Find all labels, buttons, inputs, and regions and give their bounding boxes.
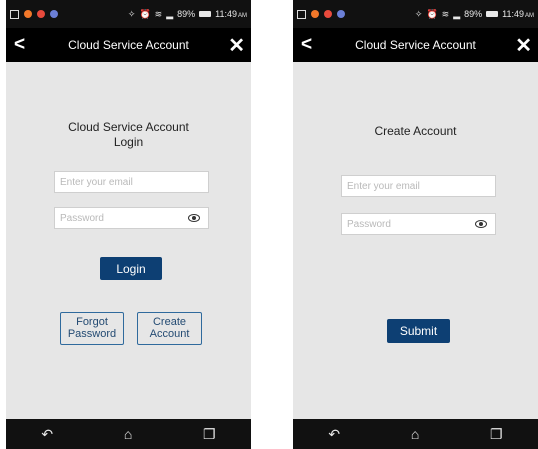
- battery-percent: 89%: [464, 9, 483, 19]
- x-close-icon[interactable]: ✕: [228, 33, 245, 58]
- app-badge-icon: [311, 10, 319, 18]
- status-bar: ✧ ⏰ ≋ ▂ 89% 11:49AM: [6, 0, 251, 28]
- alarm-icon: ⏰: [139, 8, 151, 19]
- create-account-button[interactable]: Create Account: [137, 312, 202, 345]
- status-right: ✧ ⏰ ≋ ▂ 89% 11:49AM: [415, 9, 534, 20]
- create-account-screen: ✧ ⏰ ≋ ▂ 89% 11:49AM < Cloud Service Acco…: [293, 0, 538, 449]
- app-badge-icon: [324, 10, 332, 18]
- battery-percent: 89%: [177, 9, 196, 19]
- email-field[interactable]: Enter your email: [54, 171, 209, 193]
- create-account-content: Create Account Enter your email Password…: [293, 62, 538, 419]
- eye-icon[interactable]: [188, 214, 200, 222]
- page-title: Cloud Service Account: [355, 38, 476, 52]
- alarm-icon: ⏰: [426, 8, 438, 19]
- battery-icon: [486, 11, 499, 17]
- forgot-line1: Forgot: [76, 316, 108, 328]
- email-placeholder: Enter your email: [347, 180, 420, 192]
- notification-icon: [10, 9, 19, 19]
- chevron-left-icon[interactable]: <: [301, 34, 312, 56]
- password-placeholder: Password: [347, 218, 391, 230]
- status-bar: ✧ ⏰ ≋ ▂ 89% 11:49AM: [293, 0, 538, 28]
- home-icon[interactable]: ⌂: [124, 426, 132, 442]
- recents-icon[interactable]: ❐: [203, 426, 216, 443]
- nfc-icon: ✧: [127, 8, 136, 19]
- eye-icon[interactable]: [475, 220, 487, 228]
- wifi-icon: ≋: [154, 8, 163, 19]
- notification-icons: [297, 9, 345, 19]
- notification-icons: [10, 9, 58, 19]
- signal-icon: ▂: [166, 8, 174, 19]
- back-arrow-icon[interactable]: ↶: [41, 426, 53, 443]
- chevron-left-icon[interactable]: <: [14, 34, 25, 56]
- login-button-label: Login: [116, 261, 146, 276]
- recents-icon[interactable]: ❐: [490, 426, 503, 443]
- nav-bar: ↶ ⌂ ❐: [6, 419, 251, 449]
- title-bar: < Cloud Service Account ✕: [293, 28, 538, 62]
- nav-bar: ↶ ⌂ ❐: [293, 419, 538, 449]
- app-badge-icon: [337, 10, 345, 18]
- create-line1: Create: [152, 316, 187, 328]
- notification-icon: [297, 9, 306, 19]
- email-placeholder: Enter your email: [60, 176, 133, 188]
- wifi-icon: ≋: [441, 8, 450, 19]
- signal-icon: ▂: [453, 8, 461, 19]
- battery-icon: [199, 11, 212, 17]
- clock: 11:49AM: [215, 9, 247, 19]
- forgot-password-button[interactable]: Forgot Password: [60, 312, 124, 345]
- login-button[interactable]: Login: [100, 257, 162, 280]
- heading-line2: Login: [113, 135, 144, 149]
- submit-button-label: Submit: [399, 324, 438, 338]
- create-line2: Account: [149, 328, 190, 340]
- clock: 11:49AM: [502, 9, 534, 19]
- forgot-line2: Password: [67, 328, 117, 340]
- login-heading: Cloud Service Account Login: [6, 120, 251, 150]
- status-right: ✧ ⏰ ≋ ▂ 89% 11:49AM: [128, 9, 247, 20]
- nfc-icon: ✧: [414, 8, 423, 19]
- submit-button[interactable]: Submit: [387, 319, 450, 343]
- home-icon[interactable]: ⌂: [411, 426, 419, 442]
- heading-line1: Cloud Service Account: [68, 120, 189, 134]
- app-badge-icon: [50, 10, 58, 18]
- app-badge-icon: [37, 10, 45, 18]
- login-screen: ✧ ⏰ ≋ ▂ 89% 11:49AM < Cloud Service Acco…: [6, 0, 251, 449]
- email-field[interactable]: Enter your email: [341, 175, 496, 197]
- password-field[interactable]: Password: [341, 213, 496, 235]
- page-title: Cloud Service Account: [68, 38, 189, 52]
- password-placeholder: Password: [60, 212, 104, 224]
- app-badge-icon: [24, 10, 32, 18]
- title-bar: < Cloud Service Account ✕: [6, 28, 251, 62]
- x-close-icon[interactable]: ✕: [515, 33, 532, 58]
- login-content: Cloud Service Account Login Enter your e…: [6, 62, 251, 419]
- password-field[interactable]: Password: [54, 207, 209, 229]
- create-account-heading: Create Account: [374, 124, 457, 138]
- back-arrow-icon[interactable]: ↶: [328, 426, 340, 443]
